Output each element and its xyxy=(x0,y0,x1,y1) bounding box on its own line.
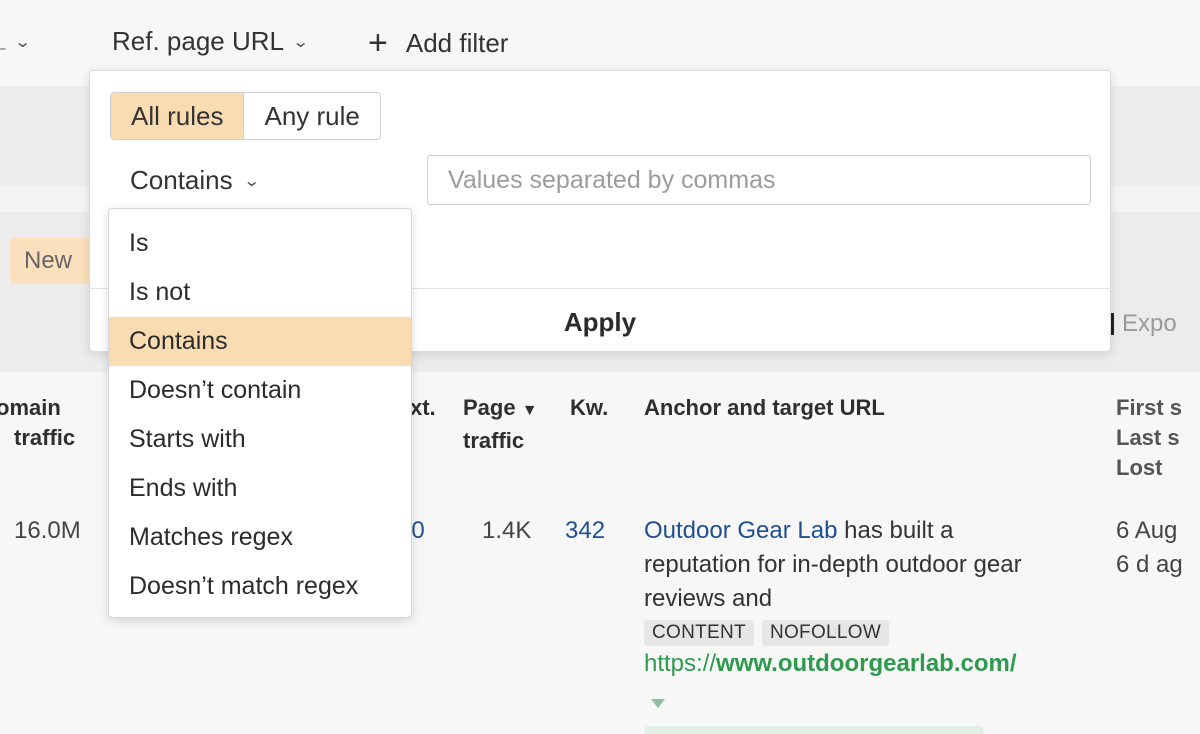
new-badge[interactable]: New xyxy=(10,238,90,284)
expand-caret-icon[interactable] xyxy=(651,699,665,708)
cell-page-traffic: 1.4K xyxy=(482,517,532,544)
menu-item-is[interactable]: Is xyxy=(109,219,411,268)
target-url-domain: www.outdoorgearlab.com/ xyxy=(716,650,1017,677)
header-anchor[interactable]: Anchor and target URL xyxy=(644,393,885,423)
target-url-prefix: https:// xyxy=(644,650,717,677)
header-page-traffic-line1: Page xyxy=(463,395,516,420)
add-filter-button[interactable]: + Add filter xyxy=(368,26,508,60)
header-lost-label: Lost xyxy=(1116,455,1163,480)
export-label: Expo xyxy=(1122,310,1177,337)
sort-desc-icon: ▼ xyxy=(521,402,538,419)
operator-selected-label: Contains xyxy=(130,165,233,195)
target-url-link[interactable]: https://www.outdoorgearlab.com/ xyxy=(644,650,1017,678)
header-kw[interactable]: Kw. xyxy=(570,393,608,423)
menu-item-starts-with[interactable]: Starts with xyxy=(109,415,411,464)
ref-page-url-label: Ref. page URL xyxy=(112,26,284,56)
prev-filter-label: L xyxy=(0,26,6,57)
values-input[interactable] xyxy=(427,155,1091,205)
tag-nofollow: NOFOLLOW xyxy=(761,620,890,646)
header-page-traffic[interactable]: Page ▼ traffic xyxy=(463,393,538,456)
all-rules-button[interactable]: All rules xyxy=(111,93,245,139)
menu-item-matches-regex[interactable]: Matches regex xyxy=(109,513,411,562)
chevron-down-icon: ⌄ xyxy=(14,33,32,51)
operator-dropdown[interactable]: Contains ⌄ xyxy=(130,165,261,196)
tag-content: CONTENT xyxy=(644,620,754,646)
cell-anchor-text: Outdoor Gear Lab has built a reputation … xyxy=(644,514,1064,616)
menu-item-is-not[interactable]: Is not xyxy=(109,268,411,317)
header-last-seen-label: Last s xyxy=(1116,425,1180,450)
cell-last-seen: 6 d ag xyxy=(1116,551,1183,578)
ref-page-url-filter[interactable]: Ref. page URL ⌄ xyxy=(112,26,310,57)
prev-filter-dropdown[interactable]: L ⌄ xyxy=(0,26,32,57)
link-tags: CONTENT NOFOLLOW xyxy=(644,620,890,646)
new-badge-label: New xyxy=(24,247,73,274)
header-domain-traffic-line2: traffic xyxy=(14,425,76,450)
apply-button[interactable]: Apply xyxy=(510,297,690,347)
header-page-traffic-line2: traffic xyxy=(463,428,525,453)
header-first-seen-label: First s xyxy=(1116,395,1183,420)
chevron-down-icon: ⌄ xyxy=(291,33,310,51)
menu-item-doesnt-contain[interactable]: Doesn’t contain xyxy=(109,366,411,415)
export-button[interactable]: Expo xyxy=(1104,310,1177,338)
header-domain-traffic[interactable]: omain traffic xyxy=(0,393,75,453)
add-filter-label: Add filter xyxy=(405,27,509,58)
any-rule-button[interactable]: Any rule xyxy=(244,93,380,139)
cell-kw[interactable]: 342 xyxy=(565,514,605,548)
cell-first-seen: 6 Aug xyxy=(1116,517,1178,544)
menu-item-ends-with[interactable]: Ends with xyxy=(109,464,411,513)
header-domain-traffic-line1: omain xyxy=(0,395,61,420)
cell-domain-traffic: 16.0M xyxy=(14,517,81,544)
operator-menu: Is Is not Contains Doesn’t contain Start… xyxy=(108,208,412,618)
menu-item-doesnt-match-regex[interactable]: Doesn’t match regex xyxy=(109,562,411,611)
plus-icon: + xyxy=(368,24,388,62)
header-ext[interactable]: xt. xyxy=(410,393,436,423)
url-highlight-bar xyxy=(644,726,984,734)
header-first-seen[interactable]: First s Last s Lost xyxy=(1116,393,1182,483)
chevron-down-icon: ⌄ xyxy=(242,172,261,190)
rule-mode-toggle: All rules Any rule xyxy=(110,92,381,140)
anchor-brand-link[interactable]: Outdoor Gear Lab xyxy=(644,517,837,544)
menu-item-contains[interactable]: Contains xyxy=(109,317,411,366)
